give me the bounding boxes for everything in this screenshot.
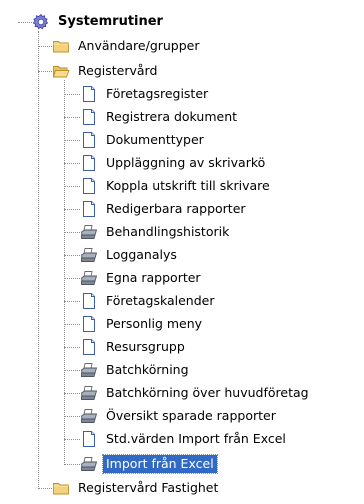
tree-connector — [38, 31, 39, 489]
printer-icon — [80, 223, 98, 241]
folder-open-icon — [52, 62, 70, 80]
tree-item-upplaggning-av-skrivarko[interactable]: Uppläggning av skrivarkö — [80, 152, 268, 174]
tree-label: Logganalys — [106, 247, 177, 262]
tree-connector — [64, 464, 80, 465]
tree-item-import-fran-excel[interactable]: Import från Excel — [80, 453, 218, 475]
tree-item-std-varden-import-fran-excel[interactable]: Std.värden Import från Excel — [80, 428, 289, 450]
tree-connector — [64, 186, 80, 187]
tree-connector — [64, 140, 80, 141]
tree-connector — [18, 22, 32, 23]
tree-node-anvandare-grupper[interactable]: Användare/grupper — [52, 35, 203, 57]
tree-label: Personlig meny — [106, 316, 203, 331]
document-icon — [80, 177, 98, 195]
printer-icon — [80, 407, 98, 425]
tree-connector — [64, 117, 80, 118]
tree-item-dokumenttyper[interactable]: Dokumenttyper — [80, 129, 207, 151]
tree-connector — [64, 255, 80, 256]
printer-icon — [80, 269, 98, 287]
tree-root-systemrutiner[interactable]: Systemrutiner — [32, 11, 166, 33]
tree-item-redigerbara-rapporter[interactable]: Redigerbara rapporter — [80, 198, 249, 220]
tree-label: Std.värden Import från Excel — [106, 431, 286, 446]
tree-connector — [64, 163, 80, 164]
document-icon — [80, 154, 98, 172]
document-icon — [80, 292, 98, 310]
tree-connector — [64, 209, 80, 210]
tree-connector — [64, 393, 80, 394]
tree-connector — [38, 46, 52, 47]
tree-connector — [64, 232, 80, 233]
tree-view: Systemrutiner Användare/grupper Register… — [0, 0, 364, 495]
tree-item-personlig-meny[interactable]: Personlig meny — [80, 313, 205, 335]
tree-label: Batchkörning — [106, 362, 189, 377]
tree-label: Registervård Fastighet — [78, 480, 219, 495]
printer-icon — [80, 361, 98, 379]
tree-item-egna-rapporter[interactable]: Egna rapporter — [80, 267, 204, 289]
tree-connector — [64, 94, 80, 95]
tree-connector — [64, 370, 80, 371]
tree-label: Användare/grupper — [78, 38, 200, 53]
tree-label: Företagskalender — [106, 293, 215, 308]
tree-item-batchkorning[interactable]: Batchkörning — [80, 359, 192, 381]
tree-label: Översikt sparade rapporter — [106, 408, 276, 423]
tree-label: Registervård — [78, 63, 158, 78]
tree-connector — [64, 278, 80, 279]
tree-label: Dokumenttyper — [106, 132, 204, 147]
tree-label: Egna rapporter — [106, 270, 201, 285]
folder-icon — [52, 37, 70, 55]
tree-item-resursgrupp[interactable]: Resursgrupp — [80, 336, 188, 358]
tree-label: Resursgrupp — [106, 339, 185, 354]
tree-label: Uppläggning av skrivarkö — [106, 155, 266, 170]
tree-connector — [64, 80, 65, 465]
tree-connector — [64, 301, 80, 302]
tree-item-foretagsregister[interactable]: Företagsregister — [80, 83, 211, 105]
document-icon — [80, 338, 98, 356]
tree-item-behandlingshistorik[interactable]: Behandlingshistorik — [80, 221, 232, 243]
tree-node-registervard-fastighet[interactable]: Registervård Fastighet — [52, 477, 221, 499]
document-icon — [80, 85, 98, 103]
tree-item-registrera-dokument[interactable]: Registrera dokument — [80, 106, 240, 128]
tree-item-logganalys[interactable]: Logganalys — [80, 244, 180, 266]
tree-item-koppla-utskrift-till-skrivare[interactable]: Koppla utskrift till skrivare — [80, 175, 273, 197]
tree-label: Koppla utskrift till skrivare — [106, 178, 270, 193]
tree-connector — [64, 347, 80, 348]
tree-label: Systemrutiner — [58, 14, 163, 29]
document-icon — [80, 108, 98, 126]
tree-connector — [64, 439, 80, 440]
printer-icon — [80, 455, 98, 473]
tree-connector — [38, 71, 52, 72]
tree-connector — [64, 324, 80, 325]
folder-icon — [52, 479, 70, 497]
document-icon — [80, 200, 98, 218]
printer-icon — [80, 246, 98, 264]
printer-icon — [80, 384, 98, 402]
tree-label: Företagsregister — [106, 86, 209, 101]
tree-label: Registrera dokument — [106, 109, 238, 124]
document-icon — [80, 430, 98, 448]
tree-connector — [64, 416, 80, 417]
tree-label: Redigerbara rapporter — [106, 201, 246, 216]
tree-item-batchkorning-over-huvudforetag[interactable]: Batchkörning över huvudföretag — [80, 382, 312, 404]
tree-label: Import från Excel — [102, 454, 218, 474]
tree-label: Batchkörning över huvudföretag — [106, 385, 309, 400]
tree-connector — [38, 488, 52, 489]
tree-item-oversikt-sparade-rapporter[interactable]: Översikt sparade rapporter — [80, 405, 279, 427]
document-icon — [80, 315, 98, 333]
gear-icon — [32, 13, 50, 31]
tree-label: Behandlingshistorik — [106, 224, 230, 239]
document-icon — [80, 131, 98, 149]
tree-item-foretagskalender[interactable]: Företagskalender — [80, 290, 217, 312]
tree-node-registervard[interactable]: Registervård — [52, 60, 160, 82]
